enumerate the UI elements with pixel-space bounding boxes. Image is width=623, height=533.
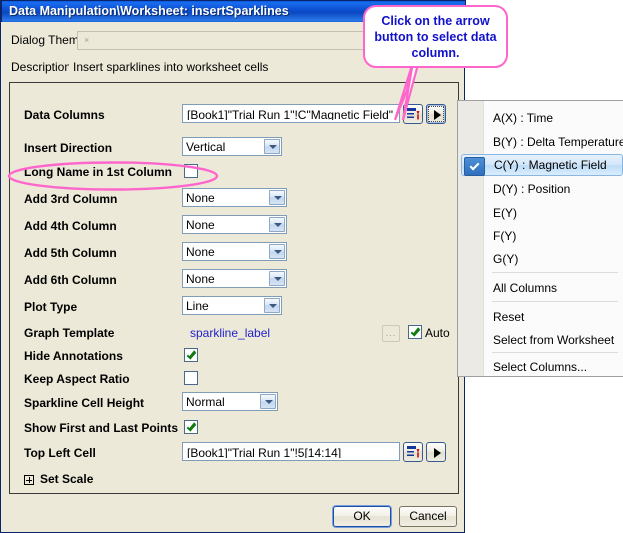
menu-item-label: All Columns bbox=[493, 281, 557, 295]
plot-type-label: Plot Type bbox=[24, 300, 77, 314]
arrow-right-icon bbox=[434, 448, 441, 458]
menu-separator bbox=[492, 301, 618, 302]
graph-template-link[interactable]: sparkline_label bbox=[190, 326, 270, 340]
graph-template-label: Graph Template bbox=[24, 326, 114, 340]
menu-item-label: Select from Worksheet bbox=[493, 333, 614, 347]
menu-item-label: B(Y) : Delta Temperature bbox=[493, 135, 623, 149]
chevron-down-icon[interactable] bbox=[264, 298, 280, 313]
top-left-cell-label: Top Left Cell bbox=[24, 446, 96, 460]
keep-aspect-ratio-checkbox[interactable] bbox=[184, 371, 198, 385]
insert-direction-label: Insert Direction bbox=[24, 141, 112, 155]
add-3rd-column-label: Add 3rd Column bbox=[24, 192, 117, 206]
check-icon bbox=[464, 157, 485, 176]
callout-tail bbox=[355, 60, 475, 122]
data-columns-label: Data Columns bbox=[24, 108, 105, 122]
chevron-down-icon[interactable] bbox=[269, 271, 285, 286]
graph-template-browse-button[interactable]: ... bbox=[382, 325, 400, 342]
instruction-callout: Click on the arrow button to select data… bbox=[363, 5, 508, 68]
chevron-down-icon[interactable] bbox=[269, 217, 285, 232]
long-name-highlight-ellipse bbox=[6, 160, 221, 192]
menu-item-label: D(Y) : Position bbox=[493, 182, 570, 196]
instruction-callout-text: Click on the arrow button to select data… bbox=[371, 13, 500, 61]
graph-template-auto-checkbox[interactable] bbox=[408, 325, 422, 339]
sparkline-cell-height-select[interactable]: Normal bbox=[182, 392, 278, 411]
dialog-theme-label: Dialog Theme bbox=[11, 33, 85, 47]
add-5th-column-value: None bbox=[186, 245, 215, 259]
select-data-icon bbox=[407, 446, 420, 459]
top-left-cell-select-data-button[interactable] bbox=[403, 442, 423, 462]
insert-direction-select[interactable]: Vertical bbox=[182, 137, 282, 156]
dialog-title: Data Manipulation\Worksheet: insertSpark… bbox=[9, 4, 289, 18]
description-value: Insert sparklines into worksheet cells bbox=[73, 60, 268, 74]
menu-item-label: F(Y) bbox=[493, 229, 516, 243]
menu-item-all-columns[interactable]: All Columns bbox=[484, 277, 623, 300]
top-left-cell-input[interactable]: [Book1]"Trial Run 1"!5[14:14] bbox=[182, 442, 400, 461]
show-first-last-points-label: Show First and Last Points bbox=[24, 421, 178, 435]
hide-annotations-label: Hide Annotations bbox=[24, 349, 123, 363]
top-left-cell-arrow-button[interactable] bbox=[426, 442, 446, 462]
menu-item-reset[interactable]: Reset bbox=[484, 306, 623, 329]
dialog-theme-value: × bbox=[84, 35, 89, 45]
menu-separator bbox=[492, 352, 618, 353]
menu-item-label: E(Y) bbox=[493, 206, 517, 220]
show-first-last-points-checkbox[interactable] bbox=[184, 420, 198, 434]
add-6th-column-select[interactable]: None bbox=[182, 269, 287, 288]
add-6th-column-value: None bbox=[186, 272, 215, 286]
menu-item-e-y[interactable]: E(Y) bbox=[484, 202, 623, 225]
add-5th-column-select[interactable]: None bbox=[182, 242, 287, 261]
graph-template-auto-label: Auto bbox=[425, 326, 450, 340]
chevron-down-icon[interactable] bbox=[269, 190, 285, 205]
keep-aspect-ratio-label: Keep Aspect Ratio bbox=[24, 372, 130, 386]
settings-panel: Data Columns [Book1]"Trial Run 1"!C"Magn… bbox=[9, 82, 459, 494]
ok-button[interactable]: OK bbox=[333, 506, 391, 527]
column-selector-menu: A(X) : Time B(Y) : Delta Temperature C(Y… bbox=[457, 100, 623, 377]
menu-item-select-columns[interactable]: Select Columns... bbox=[484, 356, 623, 379]
cancel-button[interactable]: Cancel bbox=[399, 506, 457, 527]
menu-item-label: C(Y) : Magnetic Field bbox=[494, 158, 607, 172]
set-scale-label: Set Scale bbox=[40, 472, 93, 486]
menu-item-d-y-position[interactable]: D(Y) : Position bbox=[484, 178, 623, 201]
menu-separator bbox=[492, 272, 618, 273]
add-4th-column-label: Add 4th Column bbox=[24, 219, 117, 233]
menu-item-b-y-delta-temperature[interactable]: B(Y) : Delta Temperature bbox=[484, 131, 623, 154]
menu-item-select-from-worksheet[interactable]: Select from Worksheet bbox=[484, 329, 623, 352]
set-scale-expander-icon[interactable] bbox=[24, 475, 34, 485]
menu-item-label: Select Columns... bbox=[493, 360, 587, 374]
sparkline-cell-height-value: Normal bbox=[186, 395, 225, 409]
plot-type-select[interactable]: Line bbox=[182, 296, 282, 315]
add-6th-column-label: Add 6th Column bbox=[24, 273, 117, 287]
screenshot-root: Data Manipulation\Worksheet: insertSpark… bbox=[0, 0, 623, 533]
menu-item-label: Reset bbox=[493, 310, 524, 324]
chevron-down-icon[interactable] bbox=[260, 394, 276, 409]
chevron-down-icon[interactable] bbox=[269, 244, 285, 259]
menu-item-f-y[interactable]: F(Y) bbox=[484, 225, 623, 248]
add-4th-column-value: None bbox=[186, 218, 215, 232]
menu-gutter bbox=[458, 101, 483, 376]
menu-item-a-x-time[interactable]: A(X) : Time bbox=[484, 107, 623, 130]
menu-item-label: A(X) : Time bbox=[493, 111, 553, 125]
add-3rd-column-value: None bbox=[186, 191, 215, 205]
menu-item-c-y-magnetic-field[interactable]: C(Y) : Magnetic Field bbox=[461, 154, 623, 176]
hide-annotations-checkbox[interactable] bbox=[184, 348, 198, 362]
sparkline-cell-height-label: Sparkline Cell Height bbox=[24, 396, 144, 410]
plot-type-value: Line bbox=[186, 299, 209, 313]
add-5th-column-label: Add 5th Column bbox=[24, 246, 117, 260]
menu-item-label: G(Y) bbox=[493, 252, 518, 266]
menu-item-g-y[interactable]: G(Y) bbox=[484, 248, 623, 271]
chevron-down-icon[interactable] bbox=[264, 139, 280, 154]
insert-direction-value: Vertical bbox=[186, 140, 225, 154]
top-left-cell-value: [Book1]"Trial Run 1"!5[14:14] bbox=[184, 444, 398, 459]
description-label: Description bbox=[11, 60, 71, 74]
add-4th-column-select[interactable]: None bbox=[182, 215, 287, 234]
